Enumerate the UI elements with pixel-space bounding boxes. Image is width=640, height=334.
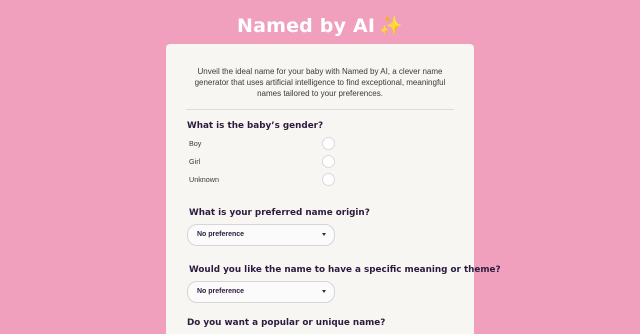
caret-down-icon <box>322 290 326 293</box>
gender-option-label: Unknown <box>189 175 219 184</box>
gender-question: What is the baby’s gender? <box>187 121 324 131</box>
divider <box>186 109 454 110</box>
popularity-question: Do you want a popular or unique name? <box>187 318 386 328</box>
gender-radio-boy[interactable] <box>322 137 335 150</box>
gender-option-label: Boy <box>189 139 202 148</box>
gender-radio-unknown[interactable] <box>322 173 335 186</box>
origin-select[interactable]: No preference <box>187 224 335 246</box>
gender-option-boy[interactable]: Boy <box>189 137 339 151</box>
origin-select-value: No preference <box>197 231 245 238</box>
gender-option-unknown[interactable]: Unknown <box>189 173 339 187</box>
page: Named by AI ✨ Unveil the ideal name for y… <box>0 0 640 334</box>
gender-option-label: Girl <box>189 157 201 166</box>
app-header: Named by AI ✨ <box>0 14 640 37</box>
intro-text: Unveil the ideal name for your baby with… <box>194 67 446 98</box>
sparkles-icon: ✨ <box>379 15 404 37</box>
app-title: Named by AI <box>236 15 376 37</box>
form-card: Unveil the ideal name for your baby with… <box>166 44 501 334</box>
meaning-question: Would you like the name to have a specif… <box>189 265 501 275</box>
meaning-select-value: No preference <box>197 288 245 295</box>
caret-down-icon <box>322 233 326 236</box>
meaning-select[interactable]: No preference <box>187 281 335 303</box>
gender-radio-girl[interactable] <box>322 155 335 168</box>
gender-option-girl[interactable]: Girl <box>189 155 339 169</box>
origin-question: What is your preferred name origin? <box>189 208 370 218</box>
